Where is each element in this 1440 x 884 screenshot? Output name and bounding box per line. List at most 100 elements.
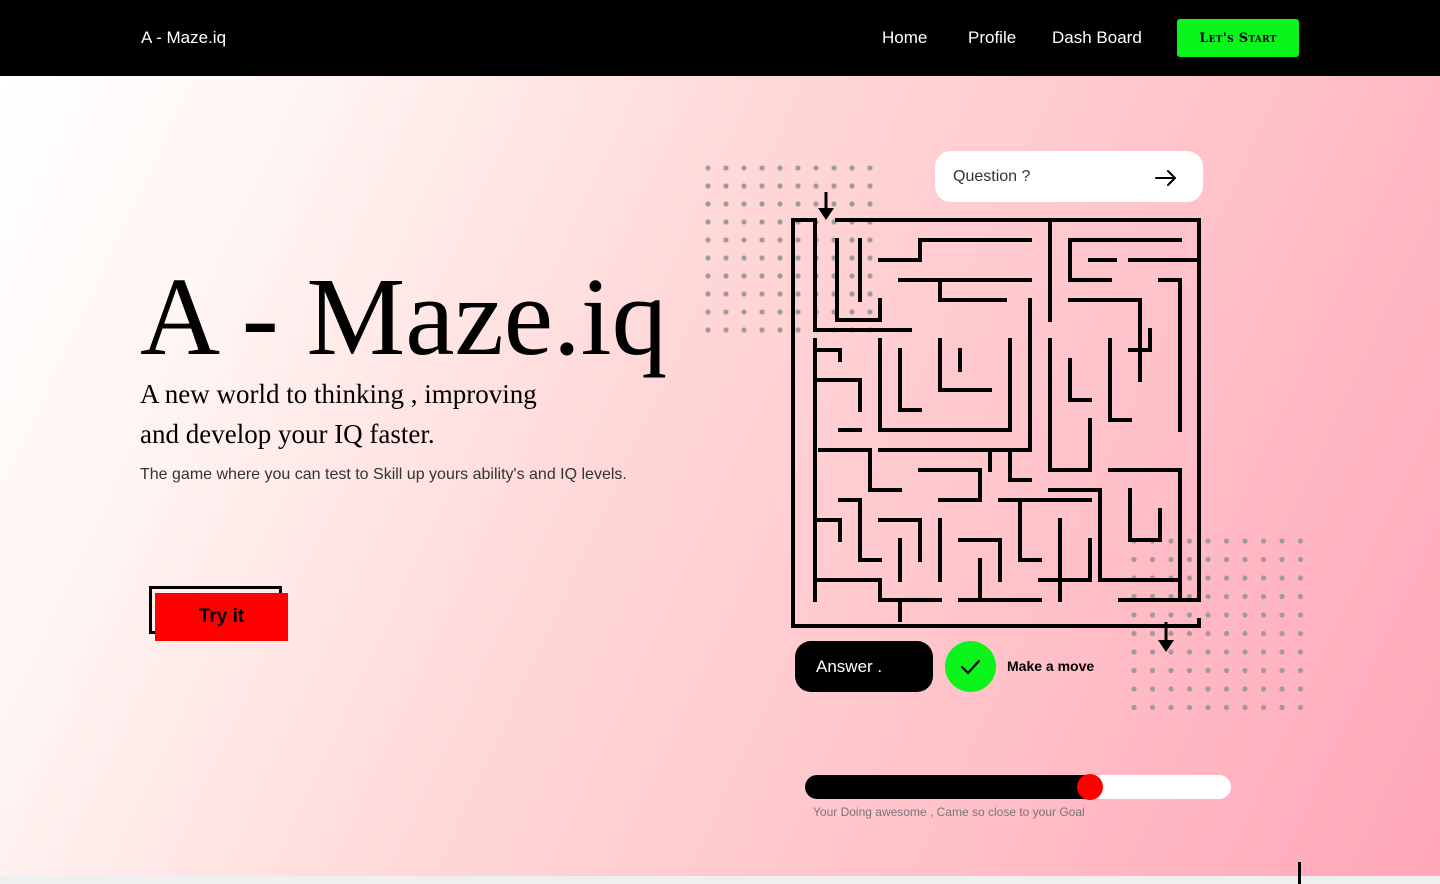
dot (777, 327, 783, 333)
dot (705, 219, 711, 225)
dot (1223, 630, 1230, 637)
dot (1205, 686, 1211, 692)
dot (1279, 686, 1285, 692)
dot (1242, 686, 1248, 692)
dot (1297, 593, 1304, 600)
dot (705, 291, 711, 297)
dot (813, 165, 819, 171)
nav-link-dashboard[interactable]: Dash Board (1052, 27, 1142, 49)
dot (1242, 575, 1248, 581)
dot (1242, 704, 1248, 711)
dot (777, 165, 783, 171)
dot (777, 255, 783, 261)
arrow-right-icon[interactable] (1154, 166, 1178, 190)
make-move-label: Make a move (1007, 658, 1095, 674)
dot (1168, 686, 1174, 692)
dot (741, 165, 747, 171)
section-divider (0, 876, 1440, 884)
dot (741, 327, 747, 333)
dot (1149, 686, 1156, 692)
dot (741, 219, 747, 225)
dot (723, 219, 729, 225)
dot (1223, 686, 1230, 692)
dot (867, 165, 873, 171)
dot (1279, 538, 1285, 544)
progress-handle[interactable] (1077, 774, 1103, 800)
dot (1186, 704, 1193, 711)
dot (1242, 538, 1248, 544)
progress-message: Your Doing awesome , Came so close to yo… (813, 805, 1085, 819)
dot (723, 273, 729, 279)
dot (777, 219, 783, 225)
dot (705, 327, 711, 333)
dot (723, 237, 729, 243)
dot (777, 183, 783, 189)
dot (741, 309, 747, 315)
dot (777, 291, 783, 297)
lets-start-button[interactable]: Let's Start (1177, 19, 1299, 57)
dot (1279, 612, 1285, 618)
dot (741, 273, 747, 279)
dot (1223, 575, 1230, 581)
dot (777, 201, 783, 207)
dot (1297, 667, 1304, 674)
dot (795, 165, 801, 171)
try-it-button[interactable]: Try it (155, 593, 288, 641)
top-navbar: A - Maze.iq Home Profile Dash Board Let'… (0, 0, 1440, 76)
dot (1297, 612, 1304, 618)
check-button[interactable] (945, 641, 996, 692)
dot (1260, 612, 1267, 618)
dot (741, 291, 747, 297)
dot (849, 165, 855, 171)
checkmark-icon (960, 659, 981, 675)
dot (1223, 612, 1230, 618)
dot (723, 183, 729, 189)
hero-description: The game where you can test to Skill up … (140, 466, 627, 483)
dot (741, 201, 747, 207)
nav-link-profile[interactable]: Profile (968, 27, 1016, 49)
dot (1223, 593, 1230, 600)
dot (1242, 649, 1248, 655)
dot (723, 309, 729, 315)
dot (1297, 556, 1304, 563)
dot (1260, 556, 1267, 563)
dot (1131, 667, 1137, 674)
scroll-indicator (1298, 862, 1301, 884)
dot (741, 255, 747, 261)
nav-link-home[interactable]: Home (882, 27, 927, 49)
dot (777, 309, 783, 315)
dot (1260, 649, 1267, 655)
progress-bar (805, 774, 1231, 800)
dot (723, 255, 729, 261)
dot (1297, 686, 1304, 692)
dot (723, 201, 729, 207)
dot (705, 309, 711, 315)
dot (1260, 704, 1267, 711)
dot (777, 237, 783, 243)
dot (1260, 538, 1267, 544)
answer-button[interactable]: Answer . (795, 641, 933, 692)
dot (1297, 630, 1304, 637)
dot (759, 273, 765, 279)
dot (705, 273, 711, 279)
dot (1205, 704, 1211, 711)
dot (759, 201, 765, 207)
dot (1168, 667, 1174, 674)
dot (1149, 704, 1156, 711)
dot (759, 327, 765, 333)
hero-subtitle-line-1: A new world to thinking , improving (140, 379, 537, 409)
dot (1297, 575, 1304, 581)
dot (1279, 575, 1285, 581)
dot (1242, 667, 1248, 674)
maze-graphic (791, 192, 1201, 652)
dot (705, 165, 711, 171)
brand-logo[interactable]: A - Maze.iq (141, 27, 226, 49)
dot (777, 273, 783, 279)
dot (759, 255, 765, 261)
dot (759, 309, 765, 315)
dot (741, 237, 747, 243)
dot (1223, 667, 1230, 674)
dot (1131, 686, 1137, 692)
dot (705, 237, 711, 243)
dot (759, 183, 765, 189)
